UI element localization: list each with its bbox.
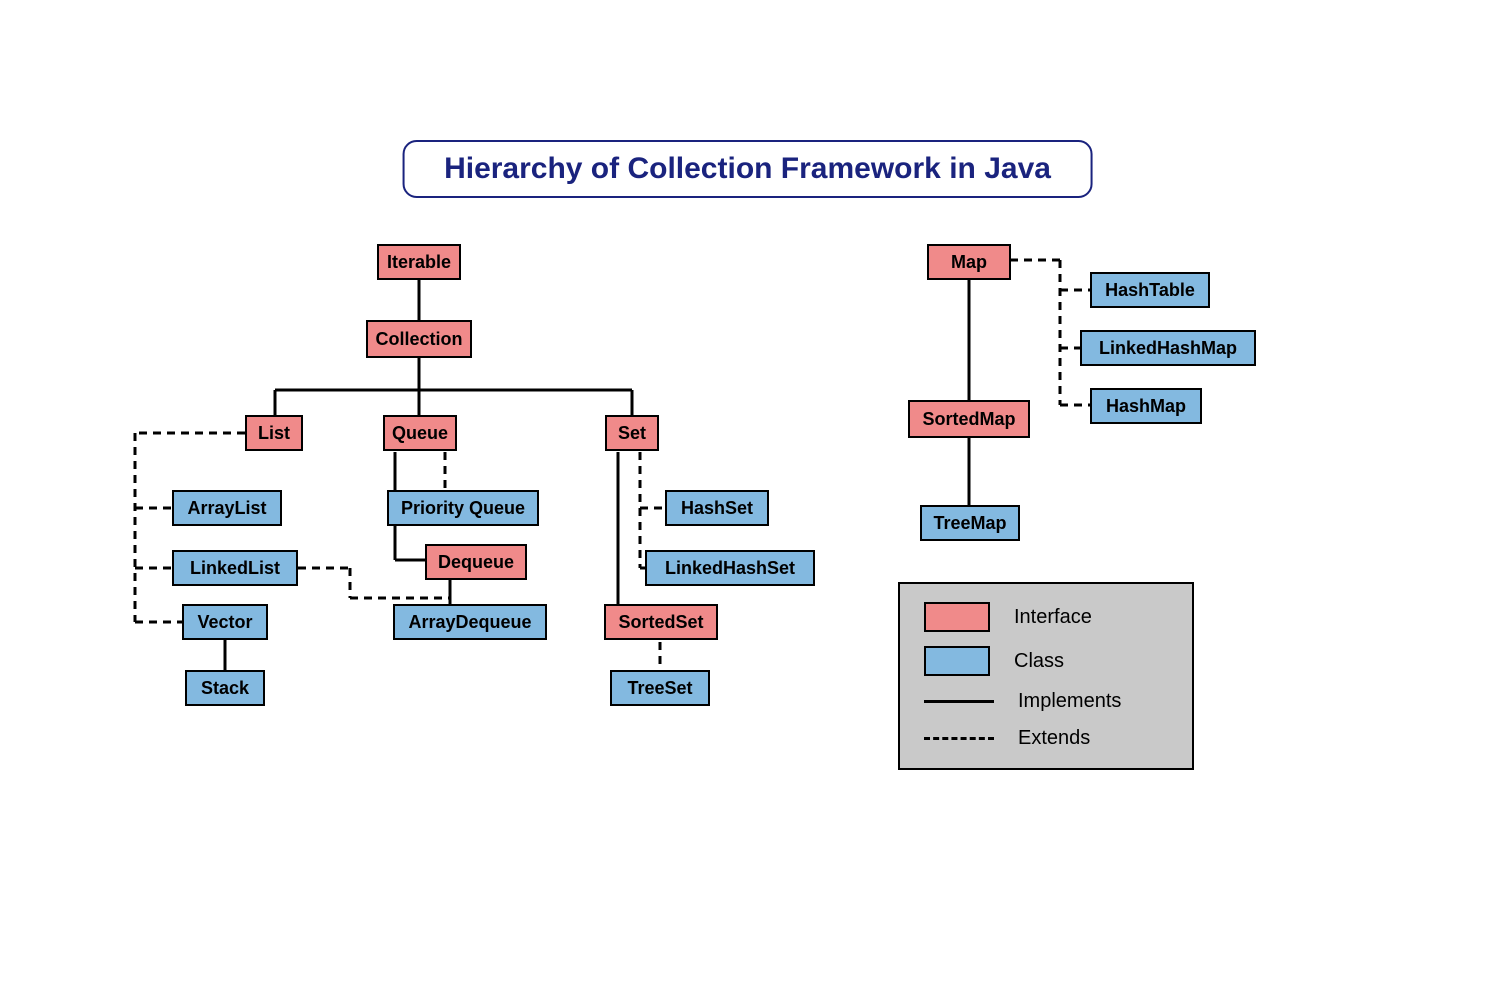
node-map: Map [927, 244, 1011, 280]
diagram-title: Hierarchy of Collection Framework in Jav… [402, 140, 1093, 198]
node-linkedlist: LinkedList [172, 550, 298, 586]
node-sortedset: SortedSet [604, 604, 718, 640]
node-hashset: HashSet [665, 490, 769, 526]
legend-extends-label: Extends [1018, 727, 1090, 750]
legend-interface-swatch [924, 602, 990, 632]
node-collection: Collection [366, 320, 472, 358]
node-dequeue: Dequeue [425, 544, 527, 580]
node-sortedmap: SortedMap [908, 400, 1030, 438]
legend-solid-line [924, 700, 994, 703]
node-vector: Vector [182, 604, 268, 640]
legend-extends: Extends [924, 727, 1168, 750]
node-queue: Queue [383, 415, 457, 451]
node-stack: Stack [185, 670, 265, 706]
legend-dashed-line [924, 737, 994, 740]
node-treemap: TreeMap [920, 505, 1020, 541]
node-set: Set [605, 415, 659, 451]
node-linkedhashmap: LinkedHashMap [1080, 330, 1256, 366]
legend-implements: Implements [924, 690, 1168, 713]
legend-interface: Interface [924, 602, 1168, 632]
node-hashtable: HashTable [1090, 272, 1210, 308]
legend-interface-label: Interface [1014, 606, 1092, 629]
legend-class-swatch [924, 646, 990, 676]
node-arraylist: ArrayList [172, 490, 282, 526]
legend-class-label: Class [1014, 650, 1064, 673]
node-iterable: Iterable [377, 244, 461, 280]
node-arraydequeue: ArrayDequeue [393, 604, 547, 640]
node-priorityqueue: Priority Queue [387, 490, 539, 526]
node-treeset: TreeSet [610, 670, 710, 706]
legend-implements-label: Implements [1018, 690, 1121, 713]
node-hashmap: HashMap [1090, 388, 1202, 424]
node-list: List [245, 415, 303, 451]
legend-class: Class [924, 646, 1168, 676]
legend: Interface Class Implements Extends [898, 582, 1194, 770]
node-linkedhashset: LinkedHashSet [645, 550, 815, 586]
